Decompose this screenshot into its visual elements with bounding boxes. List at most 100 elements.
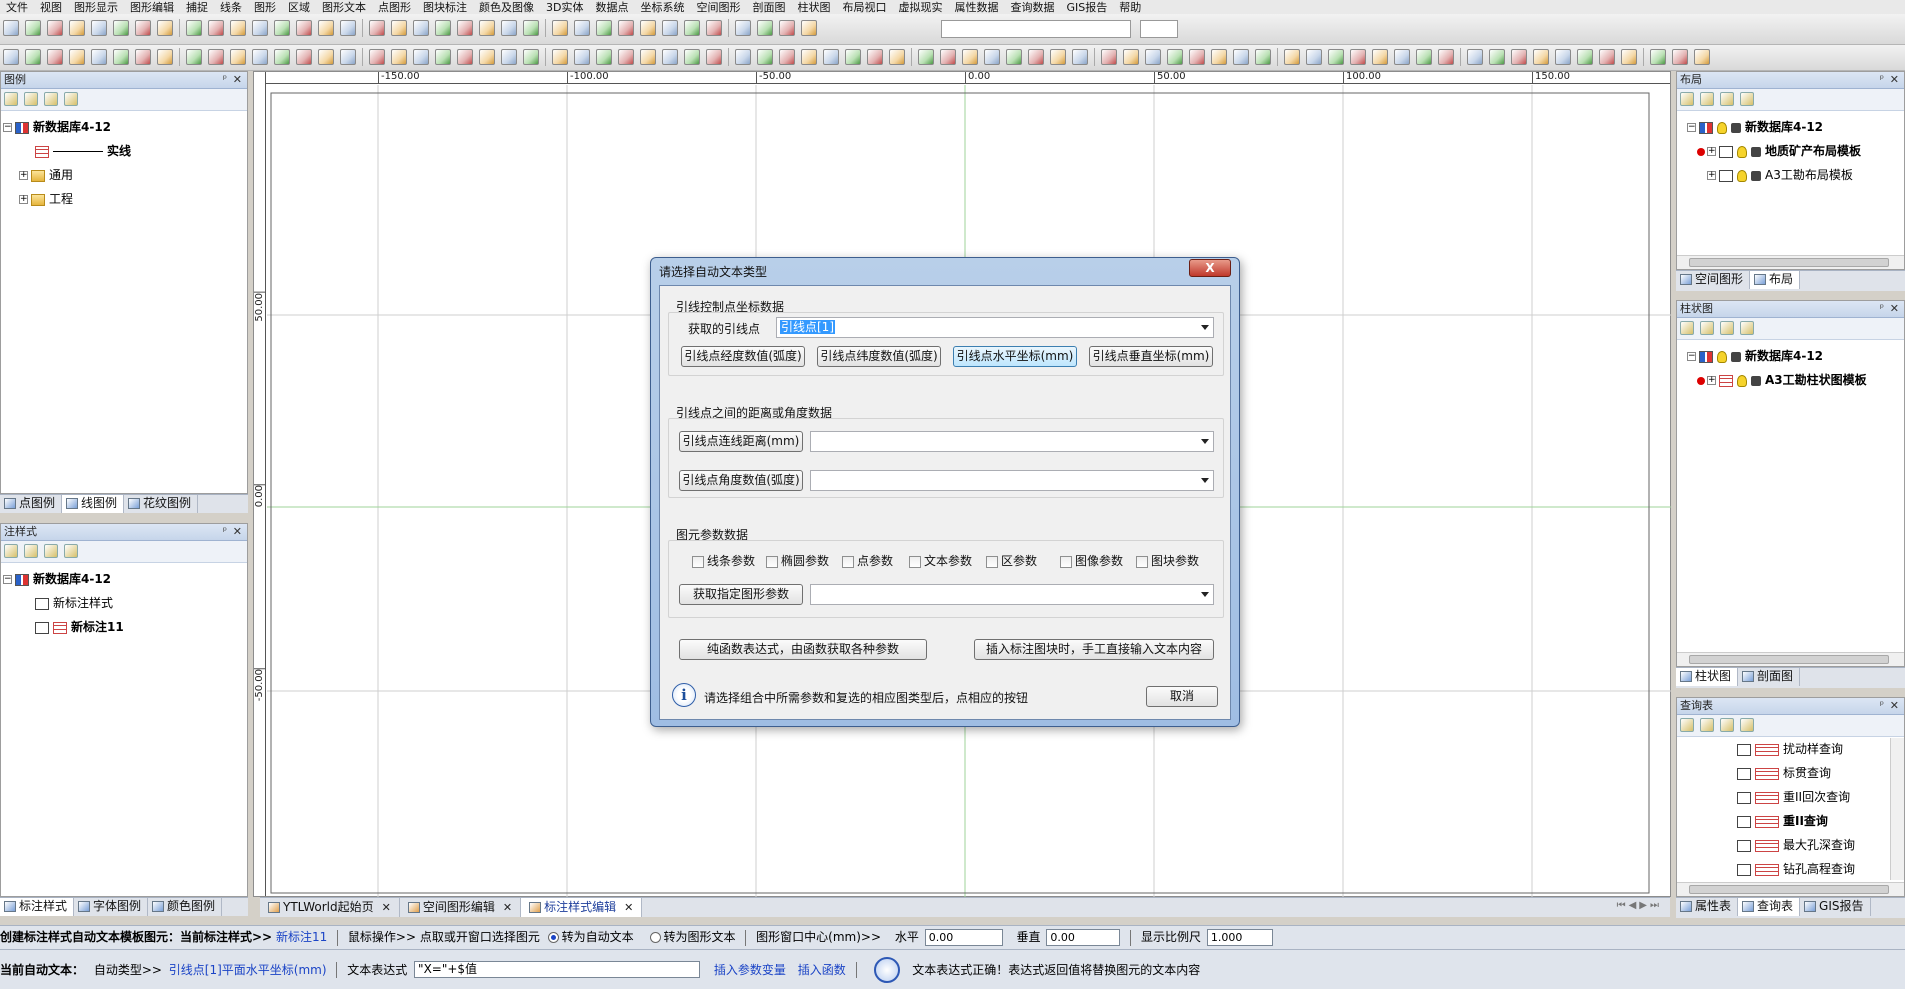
tool-icon[interactable] [457, 20, 473, 36]
tool-icon[interactable] [1350, 49, 1366, 65]
pin-icon[interactable]: ᵖ [1880, 301, 1884, 317]
tool-icon[interactable] [662, 20, 678, 36]
close-icon[interactable]: ✕ [1890, 698, 1899, 714]
auto-text-radio[interactable] [547, 932, 559, 943]
tool-icon[interactable] [413, 49, 429, 65]
menu-item[interactable]: 柱状图 [791, 1, 836, 14]
new-icon[interactable] [1720, 718, 1734, 732]
tab-attribute-table[interactable]: 属性表 [1676, 898, 1739, 916]
display-scale-input[interactable]: 1.000 [1206, 929, 1273, 946]
menu-item[interactable]: 数据点 [589, 1, 634, 14]
close-icon[interactable]: ✕ [233, 72, 242, 88]
tool-icon[interactable] [618, 20, 634, 36]
tool-icon[interactable] [391, 49, 407, 65]
tab-navigation-arrows[interactable]: ⏮◀▶⏭ [1617, 900, 1662, 911]
vertical-center-input[interactable]: 0.00 [1046, 929, 1121, 946]
tree-item-database[interactable]: − 新数据库4-12 [1, 115, 247, 139]
tree-item-database[interactable]: − 新数据库4-12 [1677, 344, 1904, 368]
tool-icon[interactable] [501, 20, 517, 36]
block-params-checkbox[interactable]: 图块参数 [1136, 552, 1199, 569]
element-params-select[interactable] [810, 584, 1214, 605]
close-icon[interactable]: ✕ [1890, 72, 1899, 88]
folder-icon[interactable] [1740, 321, 1754, 335]
leader-distance-select[interactable] [810, 431, 1214, 452]
lock-icon[interactable] [1751, 170, 1761, 181]
tool-icon[interactable] [296, 20, 312, 36]
tool-icon[interactable] [867, 49, 883, 65]
visibility-bulb-icon[interactable] [1717, 350, 1727, 363]
tool-icon[interactable] [1306, 49, 1322, 65]
tab-layout[interactable]: 布局 [1750, 271, 1801, 289]
tool-icon[interactable] [340, 49, 356, 65]
pin-icon[interactable]: ᵖ [1880, 698, 1884, 714]
manual-text-input-button[interactable]: 插入标注图块时，手工直接输入文本内容 [974, 639, 1214, 660]
tool-icon[interactable] [1284, 49, 1300, 65]
tool-icon[interactable] [318, 20, 334, 36]
tool-icon[interactable] [208, 20, 224, 36]
tab-spatial-edit[interactable]: 空间图形编辑 ✕ [400, 898, 522, 917]
tool-icon[interactable] [1028, 49, 1044, 65]
query-hscrollbar[interactable] [1677, 882, 1904, 896]
region-params-checkbox[interactable]: 区参数 [986, 552, 1037, 569]
tool-icon[interactable] [501, 49, 517, 65]
menu-item[interactable]: 点图形 [372, 1, 417, 14]
tool-icon[interactable] [523, 20, 539, 36]
leader-x-coord-button[interactable]: 引线点水平坐标(mm) [953, 346, 1077, 367]
tool-icon[interactable] [252, 20, 268, 36]
visibility-bulb-icon[interactable] [1717, 121, 1727, 134]
tool-icon[interactable] [845, 49, 861, 65]
tab-pattern-legend[interactable]: 花纹图例 [124, 495, 199, 513]
tool-icon[interactable] [1467, 49, 1483, 65]
tool-icon[interactable] [208, 49, 224, 65]
tool-icon[interactable] [25, 49, 41, 65]
tool-icon[interactable] [186, 20, 202, 36]
query-item[interactable]: 重II回次查询 [1677, 785, 1904, 809]
tool-icon[interactable] [1394, 49, 1410, 65]
tree-item-a3-layout[interactable]: + A3工勘布局模板 [1677, 163, 1904, 187]
expand-icon[interactable]: + [1707, 376, 1716, 385]
tool-icon[interactable] [1101, 49, 1117, 65]
tool-icon[interactable] [1438, 49, 1454, 65]
tool-icon[interactable] [596, 49, 612, 65]
tool-icon[interactable] [3, 49, 19, 65]
menu-item[interactable]: 空间图形 [690, 1, 746, 14]
lock-icon[interactable] [1731, 351, 1741, 362]
tool-icon[interactable] [1533, 49, 1549, 65]
tab-section-chart[interactable]: 剖面图 [1738, 668, 1801, 686]
tool-icon[interactable] [1650, 49, 1666, 65]
tool-icon[interactable] [369, 20, 385, 36]
tool-icon[interactable] [340, 20, 356, 36]
text-expression-input[interactable]: "X="+$值 [414, 961, 701, 978]
tool-icon[interactable] [135, 20, 151, 36]
tab-spatial-graphics[interactable]: 空间图形 [1676, 271, 1751, 289]
tool-icon[interactable] [757, 20, 773, 36]
tool-icon[interactable] [391, 20, 407, 36]
tool-icon[interactable] [801, 20, 817, 36]
pin-icon[interactable]: ᵖ [1880, 72, 1884, 88]
tool-icon[interactable] [984, 49, 1000, 65]
visibility-bulb-icon[interactable] [1737, 374, 1747, 387]
tool-icon[interactable] [1167, 49, 1183, 65]
tool-icon[interactable] [1255, 49, 1271, 65]
folder-icon[interactable] [64, 92, 78, 106]
collapse-icon[interactable]: − [3, 123, 12, 132]
query-item[interactable]: 扰动样查询 [1677, 737, 1904, 761]
tool-icon[interactable] [230, 49, 246, 65]
filter-icon[interactable] [24, 544, 38, 558]
tool-icon[interactable] [1233, 49, 1249, 65]
tool-icon[interactable] [918, 49, 934, 65]
tab-gis-report[interactable]: GIS报告 [1800, 898, 1871, 916]
tool-icon[interactable] [186, 49, 202, 65]
tool-icon[interactable] [157, 49, 173, 65]
tool-icon[interactable] [47, 20, 63, 36]
tool-icon[interactable] [135, 49, 151, 65]
tool-icon[interactable] [1072, 49, 1088, 65]
graphic-text-radio[interactable] [649, 932, 661, 943]
tool-icon[interactable] [823, 49, 839, 65]
scroll-thumb[interactable] [1689, 258, 1889, 267]
tool-icon[interactable] [1599, 49, 1615, 65]
font-size-select[interactable] [1140, 20, 1178, 38]
tool-icon[interactable] [706, 20, 722, 36]
scroll-thumb[interactable] [1689, 655, 1889, 664]
refresh-icon[interactable] [4, 544, 18, 558]
